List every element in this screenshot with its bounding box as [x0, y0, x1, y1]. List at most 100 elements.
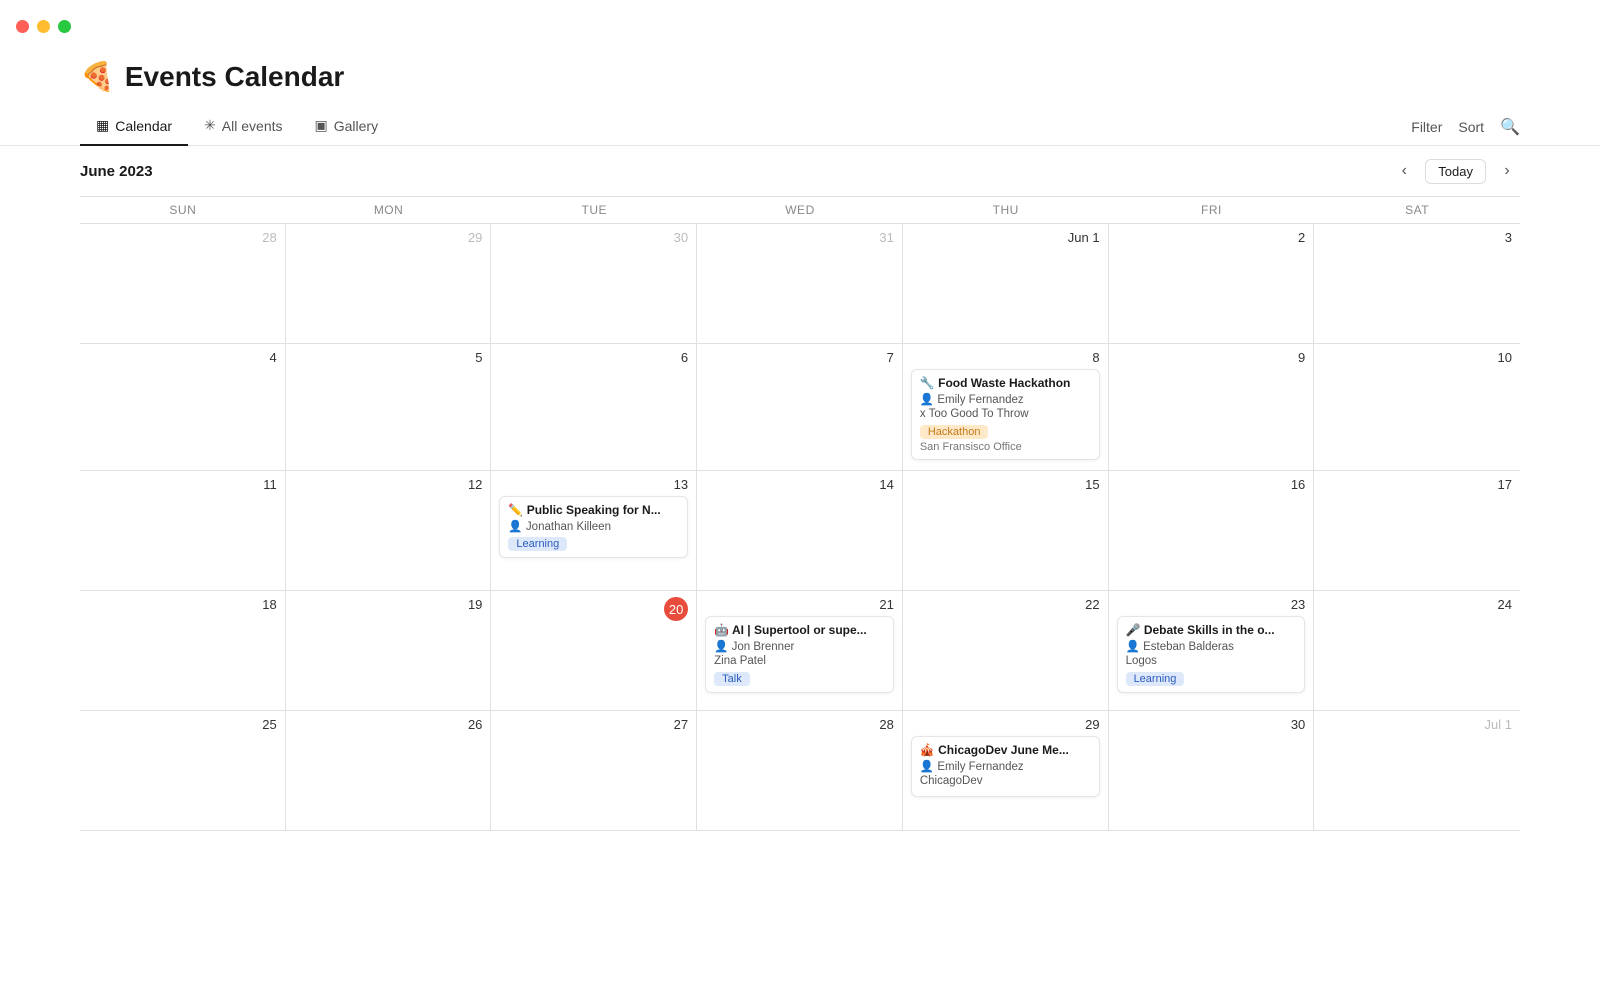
week-row-4: 25 26 27 2829🎪 ChicagoDev June Me...👤 Emily… — [80, 711, 1520, 831]
prev-month-button[interactable]: ‹ — [1391, 158, 1417, 184]
day-cell-1-4[interactable]: 8🔧 Food Waste Hackathon👤 Emily Fernandez… — [903, 344, 1109, 470]
app-title: 🍕 Events Calendar — [80, 60, 344, 93]
day-cell-3-0[interactable]: 18 — [80, 591, 286, 710]
day-cell-0-6[interactable]: 3 — [1314, 224, 1520, 343]
day-cell-0-2[interactable]: 30 — [491, 224, 697, 343]
sort-button[interactable]: Sort — [1458, 119, 1484, 135]
event-title: ✏️ Public Speaking for N... — [508, 503, 679, 517]
day-cell-4-3[interactable]: 28 — [697, 711, 903, 830]
tab-all-events-label: All events — [222, 118, 283, 134]
day-cell-0-1[interactable]: 29 — [286, 224, 492, 343]
event-location: San Fransisco Office — [920, 441, 1091, 453]
day-number: 16 — [1117, 477, 1306, 492]
day-number: 12 — [294, 477, 483, 492]
day-number: 25 — [88, 717, 277, 732]
tab-calendar-label: Calendar — [115, 118, 172, 134]
event-card-chicagodev[interactable]: 🎪 ChicagoDev June Me... 👤 Emily Fernandez… — [911, 736, 1100, 797]
day-cell-1-1[interactable]: 5 — [286, 344, 492, 470]
month-title: June 2023 — [80, 163, 153, 180]
tabs-bar: ▦ Calendar ✳ All events ▣ Gallery Filter… — [0, 109, 1600, 146]
day-cell-2-5[interactable]: 16 — [1109, 471, 1315, 590]
day-cell-3-1[interactable]: 19 — [286, 591, 492, 710]
tab-gallery[interactable]: ▣ Gallery — [299, 109, 395, 146]
traffic-lights — [16, 20, 71, 33]
event-title: 🔧 Food Waste Hackathon — [920, 376, 1091, 390]
day-cell-1-0[interactable]: 4 — [80, 344, 286, 470]
event-org: ChicagoDev — [920, 775, 1091, 787]
day-number: 22 — [911, 597, 1100, 612]
day-number: 7 — [705, 350, 894, 365]
app-header: 🍕 Events Calendar — [0, 40, 1600, 93]
event-tag: Talk — [714, 672, 750, 686]
tabs-left: ▦ Calendar ✳ All events ▣ Gallery — [80, 109, 394, 145]
day-header-fri: FRI — [1109, 197, 1315, 223]
day-header-sun: SUN — [80, 197, 286, 223]
day-number: 19 — [294, 597, 483, 612]
day-cell-1-2[interactable]: 6 — [491, 344, 697, 470]
day-number: 24 — [1322, 597, 1512, 612]
day-cell-2-1[interactable]: 12 — [286, 471, 492, 590]
maximize-button[interactable] — [58, 20, 71, 33]
event-card-food-waste-hackathon[interactable]: 🔧 Food Waste Hackathon👤 Emily Fernandezx… — [911, 369, 1100, 460]
next-month-button[interactable]: › — [1494, 158, 1520, 184]
tab-all-events[interactable]: ✳ All events — [188, 109, 298, 146]
today-button[interactable]: Today — [1425, 159, 1486, 184]
day-cell-0-5[interactable]: 2 — [1109, 224, 1315, 343]
event-host: 👤 Emily Fernandez — [920, 759, 1091, 773]
day-number: 2 — [1117, 230, 1306, 245]
titlebar — [0, 0, 1600, 40]
event-title: 🎪 ChicagoDev June Me... — [920, 743, 1091, 757]
event-host: 👤 Esteban Balderas — [1126, 639, 1297, 653]
day-cell-3-5[interactable]: 23🎤 Debate Skills in the o...👤 Esteban B… — [1109, 591, 1315, 710]
search-icon[interactable]: 🔍 — [1500, 117, 1520, 137]
day-number: 3 — [1322, 230, 1512, 245]
all-events-icon: ✳ — [204, 117, 216, 134]
tab-calendar[interactable]: ▦ Calendar — [80, 109, 188, 146]
day-cell-2-3[interactable]: 14 — [697, 471, 903, 590]
week-row-0: 28 293031Jun 1 2 3 — [80, 224, 1520, 344]
day-cell-3-4[interactable]: 22 — [903, 591, 1109, 710]
day-cell-0-0[interactable]: 28 — [80, 224, 286, 343]
day-cell-3-3[interactable]: 21🤖 AI | Supertool or supe...👤 Jon Brenn… — [697, 591, 903, 710]
day-cell-1-5[interactable]: 9 — [1109, 344, 1315, 470]
day-cell-2-0[interactable]: 11 — [80, 471, 286, 590]
week-row-1: 4567 8🔧 Food Waste Hackathon👤 Emily Ferna… — [80, 344, 1520, 471]
event-org: x Too Good To Throw — [920, 408, 1091, 420]
day-cell-2-2[interactable]: 13 ✏️ Public Speaking for N... 👤 Jonathan … — [491, 471, 697, 590]
gallery-icon: ▣ — [315, 117, 328, 134]
day-cell-3-6[interactable]: 24 — [1314, 591, 1520, 710]
day-cell-4-4[interactable]: 29🎪 ChicagoDev June Me...👤 Emily Fernand… — [903, 711, 1109, 830]
event-host: 👤 Jonathan Killeen — [508, 519, 679, 533]
day-cell-4-5[interactable]: 30 — [1109, 711, 1315, 830]
day-cell-1-6[interactable]: 10 — [1314, 344, 1520, 470]
day-cell-4-1[interactable]: 26 — [286, 711, 492, 830]
day-cell-4-2[interactable]: 27 — [491, 711, 697, 830]
filter-button[interactable]: Filter — [1411, 119, 1442, 135]
day-cell-4-0[interactable]: 25 — [80, 711, 286, 830]
day-number: 11 — [88, 477, 277, 492]
tab-gallery-label: Gallery — [334, 118, 378, 134]
day-cell-1-3[interactable]: 7 — [697, 344, 903, 470]
day-headers: SUN MON TUE WED THU FRI SAT — [80, 197, 1520, 224]
day-header-thu: THU — [903, 197, 1109, 223]
day-number: 30 — [1117, 717, 1306, 732]
day-number: 27 — [499, 717, 688, 732]
day-number: 14 — [705, 477, 894, 492]
day-cell-0-3[interactable]: 31 — [697, 224, 903, 343]
day-number: 28 — [88, 230, 277, 245]
day-number: 13 — [499, 477, 688, 492]
day-cell-0-4[interactable]: Jun 1 — [903, 224, 1109, 343]
day-cell-2-4[interactable]: 15 — [903, 471, 1109, 590]
day-cell-4-6[interactable]: Jul 1 — [1314, 711, 1520, 830]
day-cell-3-2[interactable]: 20 — [491, 591, 697, 710]
nav-controls: ‹ Today › — [1391, 158, 1520, 184]
event-card-public-speaking[interactable]: ✏️ Public Speaking for N... 👤 Jonathan Ki… — [499, 496, 688, 558]
event-card-debate-skills[interactable]: 🎤 Debate Skills in the o... 👤 Esteban Bal… — [1117, 616, 1306, 693]
day-number: 5 — [294, 350, 483, 365]
day-cell-2-6[interactable]: 17 — [1314, 471, 1520, 590]
minimize-button[interactable] — [37, 20, 50, 33]
close-button[interactable] — [16, 20, 29, 33]
event-card-ai-supertool[interactable]: 🤖 AI | Supertool or supe...👤 Jon Brenner… — [705, 616, 894, 693]
day-number: 15 — [911, 477, 1100, 492]
event-title: 🎤 Debate Skills in the o... — [1126, 623, 1297, 637]
